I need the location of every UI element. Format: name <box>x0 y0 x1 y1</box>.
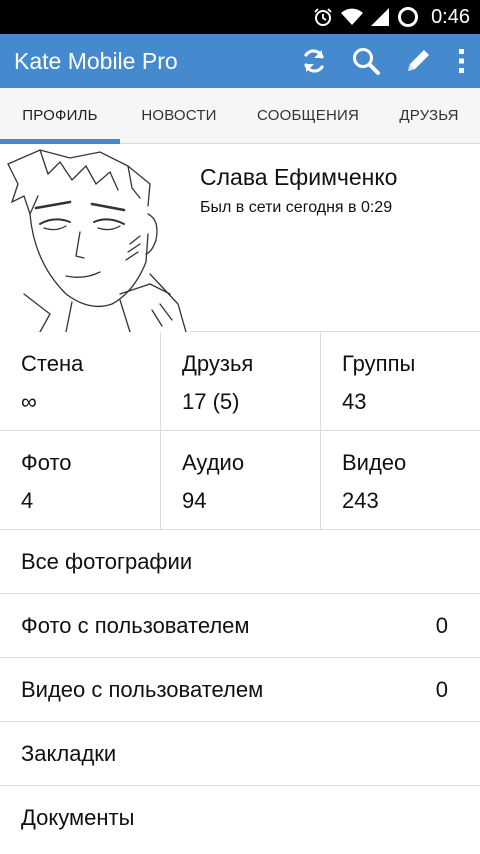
battery-icon <box>397 6 419 28</box>
stat-groups[interactable]: Группы 43 <box>320 332 480 431</box>
stat-audio[interactable]: Аудио 94 <box>160 431 320 530</box>
overflow-menu-button[interactable] <box>444 34 480 88</box>
stat-video[interactable]: Видео 243 <box>320 431 480 530</box>
app-title: Kate Mobile Pro <box>14 47 178 74</box>
list-item-label: Закладки <box>21 740 117 766</box>
stat-value: 43 <box>342 389 367 414</box>
list-item-label: Все фотографии <box>21 548 193 574</box>
stat-label: Видео <box>342 450 407 475</box>
stat-photos[interactable]: Фото 4 <box>0 431 160 530</box>
refresh-icon <box>304 49 324 73</box>
wifi-icon <box>341 8 364 26</box>
menu-item-photos-with-user[interactable]: Фото с пользователем 0 <box>0 594 480 658</box>
avatar-sketch-image <box>0 144 190 332</box>
stat-label: Стена <box>21 351 84 376</box>
menu-item-documents[interactable]: Документы <box>0 786 480 850</box>
more-vert-icon <box>459 49 464 73</box>
stat-label: Группы <box>342 351 416 376</box>
search-icon <box>353 48 380 75</box>
stat-value: 4 <box>21 488 34 513</box>
list-item-label: Документы <box>21 805 135 830</box>
tab-friends[interactable]: ДРУЗЬЯ <box>378 88 480 143</box>
profile-header: Слава Ефимченко Был в сети сегодня в 0:2… <box>0 144 480 332</box>
stat-label: Фото <box>21 450 72 475</box>
stat-value: 17 (5) <box>182 389 240 414</box>
menu-item-all-photos[interactable]: Все фотографии <box>0 530 480 594</box>
menu-item-bookmarks[interactable]: Закладки <box>0 722 480 786</box>
list-item-label: Видео с пользователем <box>21 676 264 702</box>
profile-online-status: Был в сети сегодня в 0:29 <box>200 199 393 216</box>
profile-menu-list: Все фотографии Фото с пользователем 0 Ви… <box>0 530 480 850</box>
stat-wall[interactable]: Стена ∞ <box>0 332 160 431</box>
stat-value: ∞ <box>21 389 37 414</box>
search-button[interactable] <box>340 34 392 88</box>
tab-profile[interactable]: ПРОФИЛЬ <box>0 88 120 144</box>
refresh-button[interactable] <box>288 34 340 88</box>
profile-name: Слава Ефимченко <box>200 164 398 190</box>
stat-label: Аудио <box>182 450 245 475</box>
list-item-count: 0 <box>435 676 448 702</box>
tab-bar: ПРОФИЛЬ НОВОСТИ СООБЩЕНИЯ ДРУЗЬЯ <box>0 88 480 144</box>
alarm-icon <box>313 7 333 27</box>
status-bar: 0:46 <box>0 0 480 34</box>
stat-friends[interactable]: Друзья 17 (5) <box>160 332 320 431</box>
tab-messages[interactable]: СООБЩЕНИЯ <box>238 88 378 143</box>
stat-value: 243 <box>342 488 379 513</box>
stat-label: Друзья <box>182 351 254 376</box>
pencil-icon <box>408 50 429 71</box>
app-bar: Kate Mobile Pro <box>0 34 480 88</box>
list-item-count: 0 <box>435 612 448 638</box>
list-item-label: Фото с пользователем <box>21 612 250 638</box>
tab-news[interactable]: НОВОСТИ <box>120 88 238 143</box>
signal-icon <box>371 8 390 26</box>
stat-value: 94 <box>182 488 207 513</box>
avatar[interactable] <box>0 144 190 332</box>
stats-grid: Стена ∞ Друзья 17 (5) Группы 43 Фото 4 А… <box>0 332 480 530</box>
menu-item-videos-with-user[interactable]: Видео с пользователем 0 <box>0 658 480 722</box>
clock-time: 0:46 <box>431 5 470 28</box>
compose-button[interactable] <box>392 34 444 88</box>
